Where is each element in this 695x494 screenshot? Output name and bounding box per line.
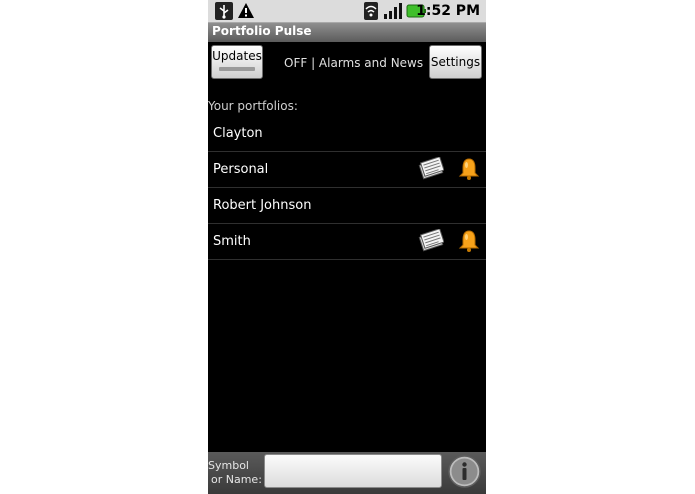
search-bar: Symbol or Name: [208, 452, 486, 494]
settings-button[interactable]: Settings [429, 45, 482, 79]
portfolio-row[interactable]: Robert Johnson [208, 188, 486, 224]
portfolio-name: Smith [213, 234, 251, 249]
symbol-label-line1: Symbol [208, 459, 249, 472]
updates-label: Updates [212, 49, 262, 63]
symbol-label-line2: or Name: [211, 473, 262, 486]
bell-icon[interactable] [457, 229, 481, 253]
portfolios-label: Your portfolios: [208, 99, 298, 113]
info-icon[interactable] [448, 455, 481, 488]
news-icon[interactable] [418, 229, 444, 253]
updates-toggle-button[interactable]: Updates [211, 45, 263, 79]
signal-icon [384, 3, 402, 19]
clock: 1:52 PM [416, 3, 480, 19]
app-title: Portfolio Pulse [212, 24, 312, 38]
portfolio-name: Personal [213, 162, 269, 177]
warning-icon [238, 3, 254, 18]
portfolio-row[interactable]: Smith [208, 224, 486, 260]
portfolio-name: Clayton [213, 126, 263, 141]
symbol-search-input[interactable] [264, 454, 442, 488]
portfolio-row[interactable]: Personal [208, 152, 486, 188]
usb-icon [215, 2, 233, 20]
symbol-label: Symbol or Name: [208, 459, 262, 487]
wifi-icon [364, 2, 378, 20]
updates-status-text: OFF | Alarms and News [284, 56, 424, 70]
status-bar: 1:52 PM [208, 0, 486, 23]
phone-screen: 1:52 PM Portfolio Pulse Updates OFF | Al… [208, 0, 486, 494]
portfolio-name: Robert Johnson [213, 198, 312, 213]
toggle-indicator [219, 67, 255, 71]
news-icon[interactable] [418, 157, 444, 181]
portfolio-list: Clayton Personal Robert Johnson Smith [208, 116, 486, 260]
title-bar: Portfolio Pulse [208, 23, 486, 42]
bell-icon[interactable] [457, 157, 481, 181]
portfolio-row[interactable]: Clayton [208, 116, 486, 152]
